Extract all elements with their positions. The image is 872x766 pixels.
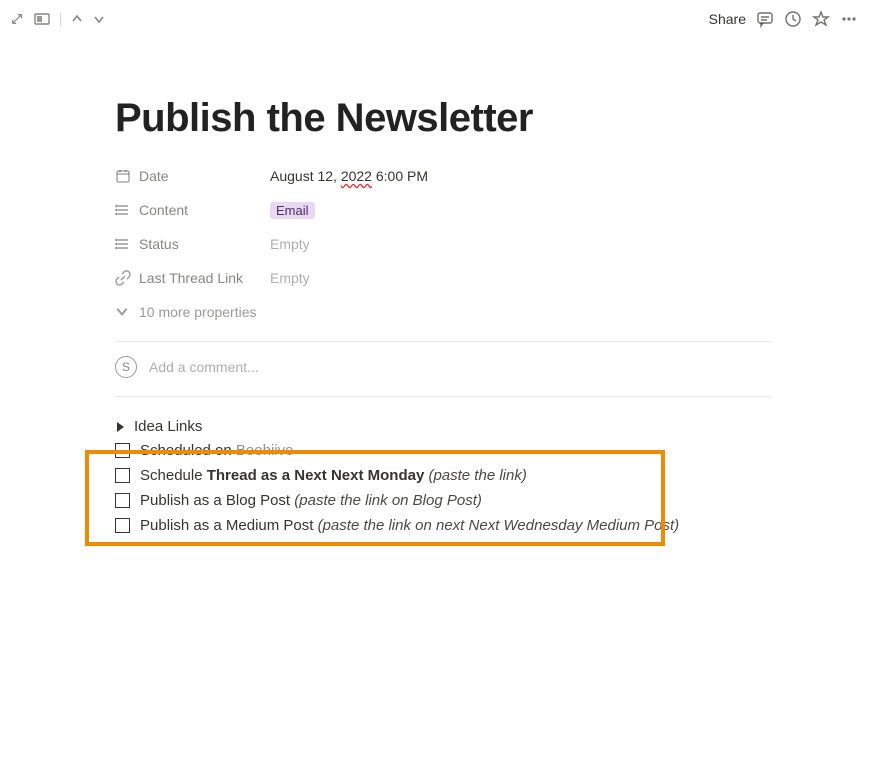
- toggle-arrow-icon[interactable]: [117, 422, 124, 432]
- todo-text[interactable]: Publish as a Medium Post (paste the link…: [140, 517, 679, 534]
- checkbox[interactable]: [115, 443, 130, 458]
- url-icon: [115, 270, 131, 286]
- property-date[interactable]: Date August 12, 2022 6:00 PM: [115, 159, 772, 193]
- topbar-right: Share: [709, 10, 858, 28]
- more-icon[interactable]: [840, 10, 858, 28]
- comments-icon[interactable]: [756, 10, 774, 28]
- property-label: Last Thread Link: [115, 270, 270, 286]
- todo-text[interactable]: Schedule Thread as a Next Next Monday (p…: [140, 467, 527, 484]
- updates-icon[interactable]: [784, 10, 802, 28]
- properties-section: Date August 12, 2022 6:00 PM Content Ema…: [115, 159, 772, 329]
- todo-item[interactable]: Publish as a Blog Post (paste the link o…: [115, 488, 772, 513]
- more-properties-label: 10 more properties: [139, 304, 257, 320]
- share-button[interactable]: Share: [709, 11, 746, 27]
- todo-item[interactable]: Scheduled on Beehiive: [115, 438, 772, 463]
- todo-text[interactable]: Publish as a Blog Post (paste the link o…: [140, 492, 482, 509]
- property-label-text: Content: [139, 202, 188, 218]
- chevron-down-icon: [115, 304, 129, 321]
- content-tag: Email: [270, 202, 315, 219]
- topbar: Share: [0, 0, 872, 36]
- prev-page-icon[interactable]: [71, 13, 83, 25]
- todo-text[interactable]: Scheduled on Beehiive: [140, 442, 293, 459]
- comment-placeholder[interactable]: Add a comment...: [149, 359, 259, 375]
- favorite-icon[interactable]: [812, 10, 830, 28]
- peek-mode-icon[interactable]: [34, 13, 50, 25]
- property-last-thread-link[interactable]: Last Thread Link Empty: [115, 261, 772, 295]
- comment-input-row[interactable]: S Add a comment...: [115, 356, 772, 397]
- todo-item[interactable]: Publish as a Medium Post (paste the link…: [115, 513, 772, 538]
- checkbox[interactable]: [115, 493, 130, 508]
- page: Publish the Newsletter Date August 12, 2…: [0, 36, 872, 538]
- todo-item[interactable]: Schedule Thread as a Next Next Monday (p…: [115, 463, 772, 488]
- calendar-icon: [115, 168, 131, 184]
- property-status[interactable]: Status Empty: [115, 227, 772, 261]
- property-label-text: Date: [139, 168, 169, 184]
- checkbox[interactable]: [115, 518, 130, 533]
- divider: [115, 341, 772, 342]
- property-label-text: Last Thread Link: [139, 270, 243, 286]
- show-more-properties[interactable]: 10 more properties: [115, 295, 772, 329]
- multiselect-icon: [115, 202, 131, 218]
- property-value[interactable]: Empty: [270, 270, 310, 286]
- property-label: Date: [115, 168, 270, 184]
- page-content: Idea Links Scheduled on Beehiive Schedul…: [115, 397, 772, 538]
- toggle-label: Idea Links: [134, 418, 202, 435]
- property-value[interactable]: August 12, 2022 6:00 PM: [270, 168, 428, 184]
- topbar-divider: [60, 12, 61, 26]
- link-beehiive[interactable]: Beehiive: [236, 442, 294, 459]
- property-content[interactable]: Content Email: [115, 193, 772, 227]
- expand-icon[interactable]: [10, 12, 24, 26]
- property-label: Content: [115, 202, 270, 218]
- avatar: S: [115, 356, 137, 378]
- next-page-icon[interactable]: [93, 13, 105, 25]
- toggle-idea-links[interactable]: Idea Links: [115, 415, 772, 438]
- checkbox[interactable]: [115, 468, 130, 483]
- property-label-text: Status: [139, 236, 179, 252]
- property-value[interactable]: Empty: [270, 236, 310, 252]
- property-label: Status: [115, 236, 270, 252]
- page-title[interactable]: Publish the Newsletter: [115, 96, 772, 141]
- multiselect-icon: [115, 236, 131, 252]
- property-value[interactable]: Email: [270, 202, 315, 218]
- topbar-left: [10, 12, 105, 26]
